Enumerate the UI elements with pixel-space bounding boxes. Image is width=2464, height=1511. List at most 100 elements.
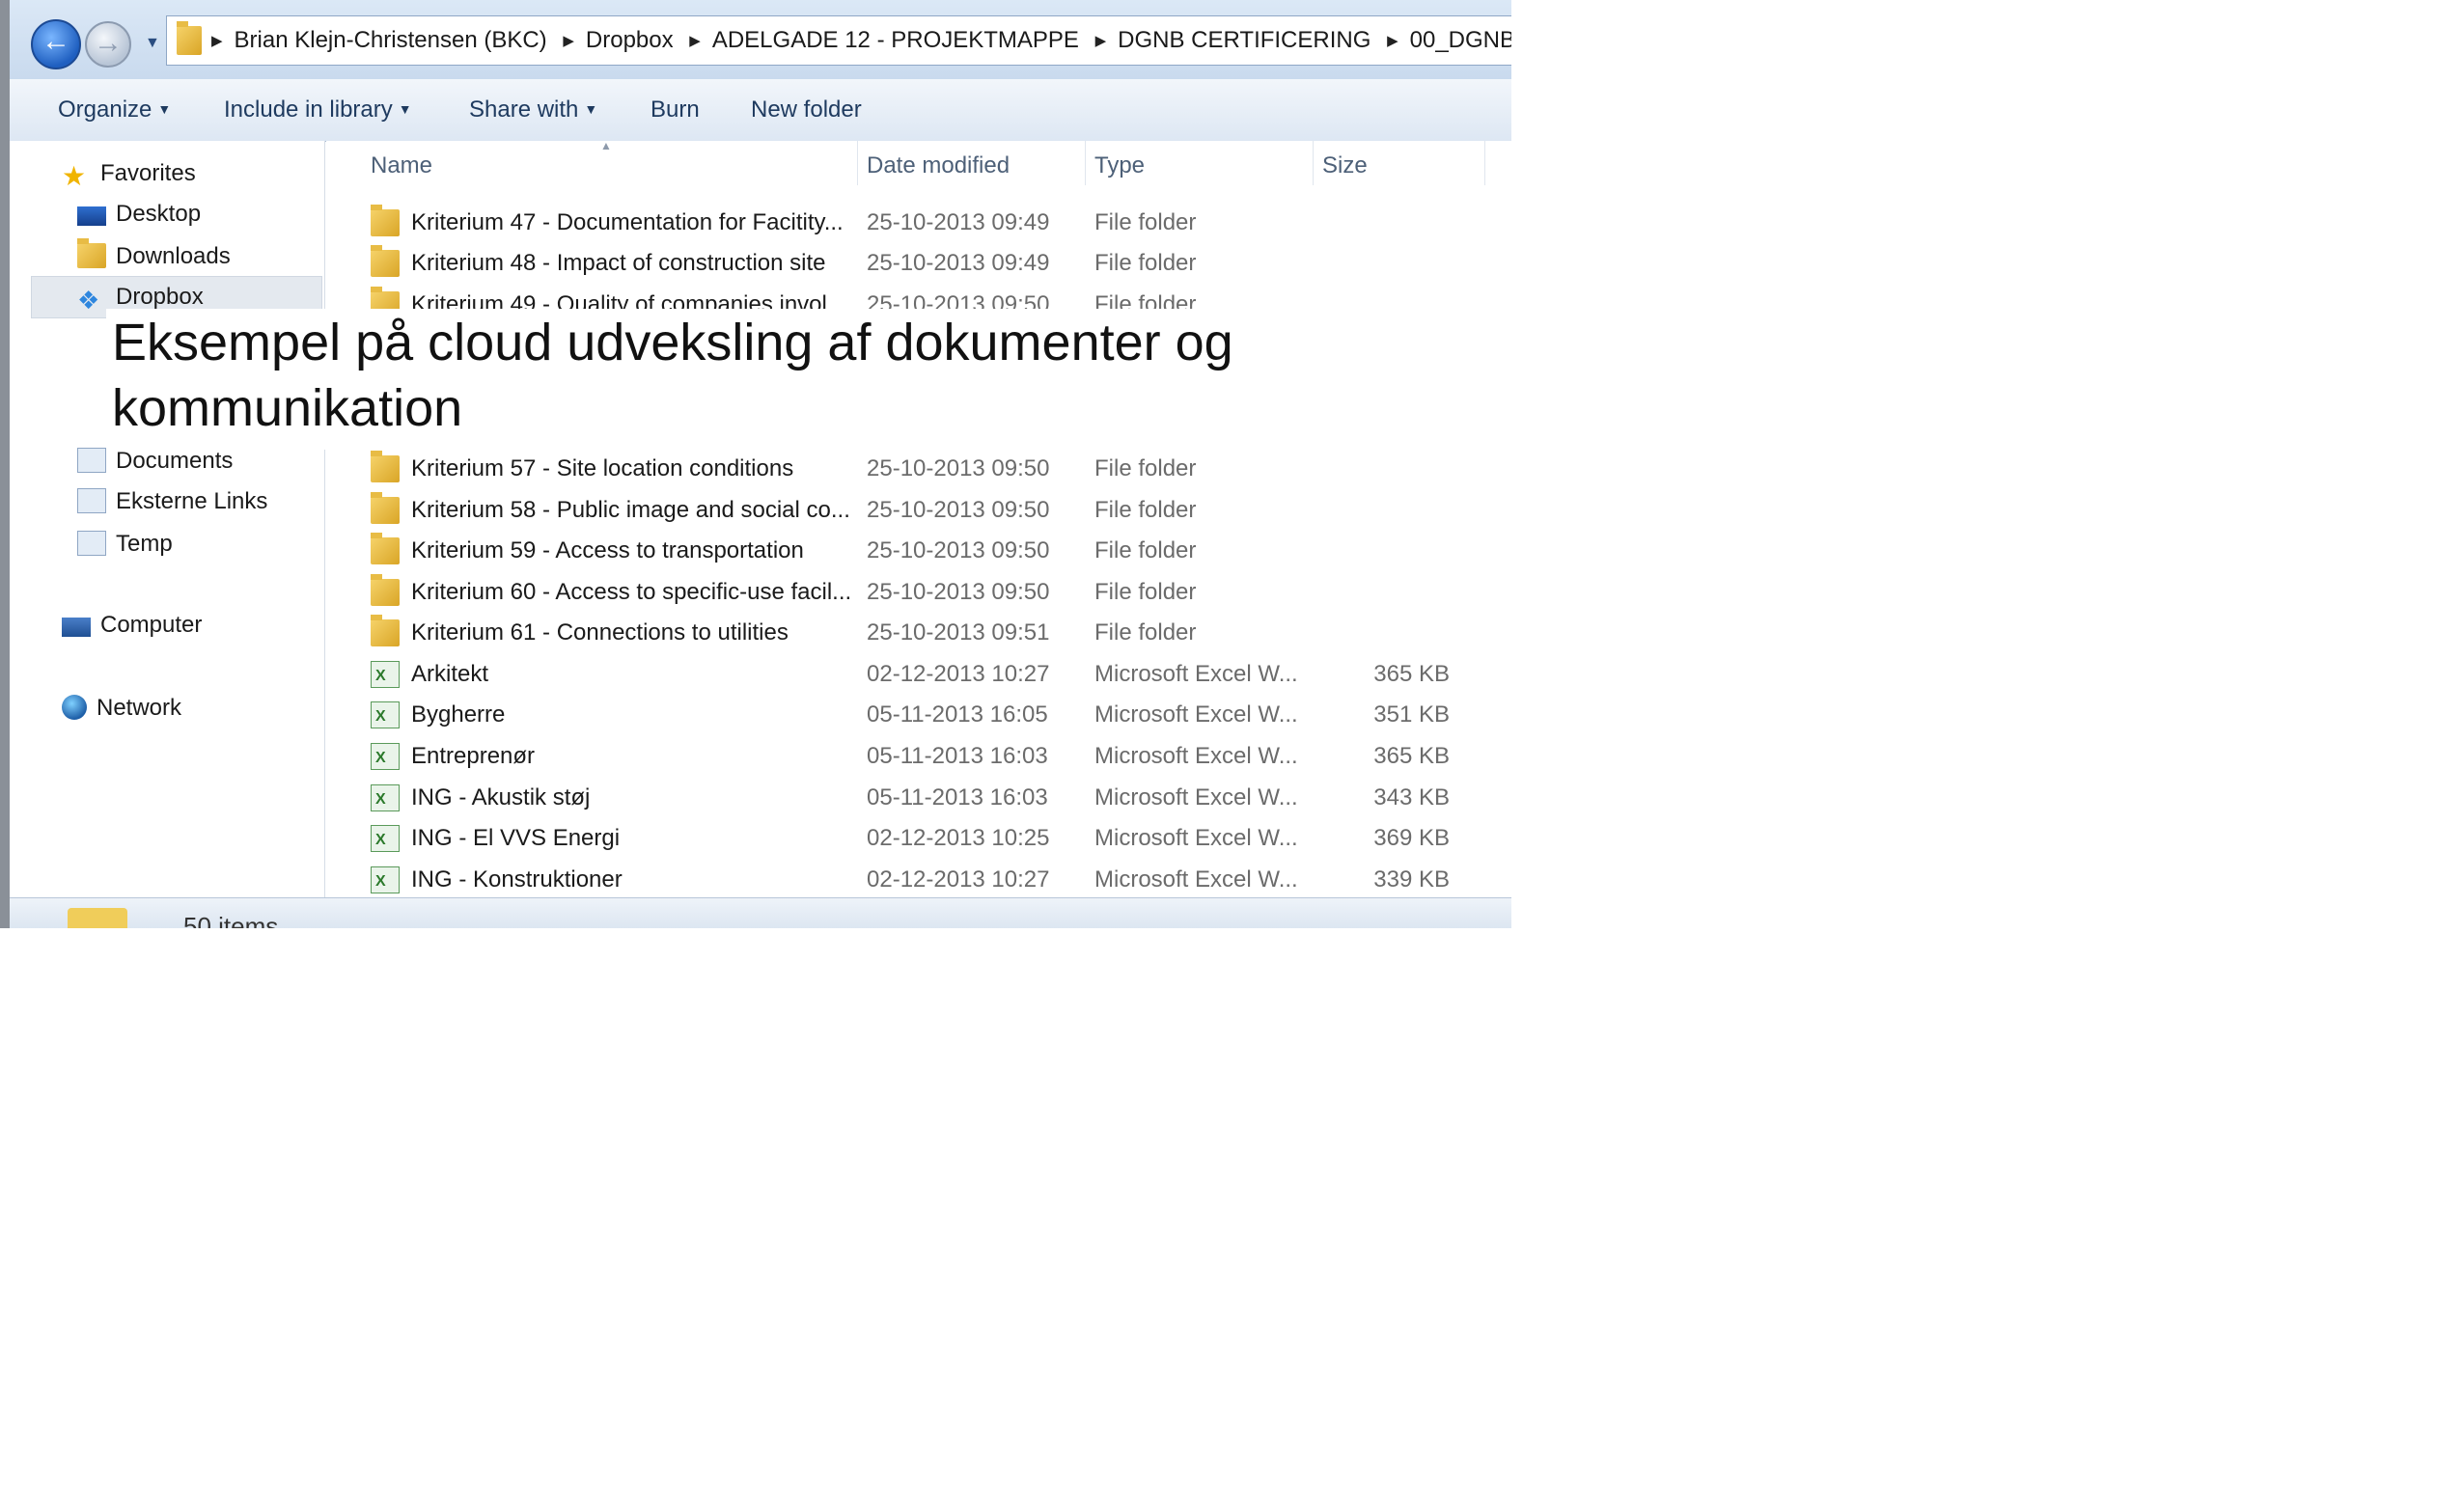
- folder-icon: [371, 615, 400, 646]
- breadcrumb-separator-icon[interactable]: ▶: [563, 17, 574, 65]
- excel-icon: [371, 738, 400, 779]
- breadcrumb-item[interactable]: 00_DGNB Dokume: [1410, 16, 1511, 65]
- excel-icon: [371, 656, 400, 697]
- nav-label: Downloads: [116, 243, 231, 269]
- share-with-label: Share with: [469, 96, 579, 123]
- excel-icon: [371, 780, 400, 820]
- table-row[interactable]: Arkitekt 02-12-2013 10:27 Microsoft Exce…: [326, 654, 1511, 697]
- address-bar[interactable]: ▶ Brian Klejn-Christensen (BKC) ▶ Dropbox …: [166, 15, 1511, 66]
- caption-line: Eksempel på cloud udveksling af dokument…: [112, 314, 1233, 371]
- recent-pages-dropdown-icon[interactable]: ▼: [145, 35, 160, 52]
- breadcrumb-item[interactable]: Brian Klejn-Christensen (BKC): [235, 16, 547, 65]
- file-date: 25-10-2013 09:49: [867, 250, 1050, 276]
- nav-label: Favorites: [100, 160, 196, 186]
- folder-icon: [371, 245, 400, 277]
- file-name: Kriterium 48 - Impact of construction si…: [411, 250, 826, 276]
- explorer-window: ← → ▼ ▶ Brian Klejn-Christensen (BKC) ▶ Dr…: [0, 0, 1511, 928]
- table-row[interactable]: ING - Konstruktioner 02-12-2013 10:27 Mi…: [326, 860, 1511, 897]
- back-arrow-icon: ←: [42, 25, 70, 57]
- column-type[interactable]: Type: [1094, 152, 1145, 179]
- file-name: Bygherre: [411, 701, 506, 728]
- share-with-button[interactable]: Share with ▼: [469, 96, 597, 124]
- table-row[interactable]: Kriterium 47 - Documentation for Facitit…: [326, 203, 1511, 243]
- table-row[interactable]: Kriterium 57 - Site location conditions …: [326, 449, 1511, 489]
- status-bar: 50 items: [10, 897, 1511, 928]
- file-name: ING - Konstruktioner: [411, 866, 623, 893]
- breadcrumb-separator-icon[interactable]: ▶: [211, 17, 223, 65]
- table-row[interactable]: Kriterium 59 - Access to transportation …: [326, 531, 1511, 571]
- table-row[interactable]: Kriterium 58 - Public image and social c…: [326, 490, 1511, 531]
- breadcrumb-separator-icon[interactable]: ▶: [689, 17, 701, 65]
- file-date: 05-11-2013 16:05: [867, 701, 1048, 728]
- column-divider[interactable]: [1484, 141, 1485, 185]
- file-name: ING - Akustik støj: [411, 784, 591, 810]
- file-name: Arkitekt: [411, 661, 489, 687]
- file-type: File folder: [1094, 579, 1197, 605]
- library-folder-icon: [77, 488, 106, 513]
- sort-ascending-icon: ▲: [600, 139, 612, 152]
- file-date: 25-10-2013 09:50: [867, 537, 1050, 563]
- file-size: 365 KB: [1373, 743, 1450, 769]
- folder-icon: [371, 451, 400, 482]
- chevron-down-icon: ▼: [157, 101, 172, 117]
- file-date: 25-10-2013 09:50: [867, 497, 1050, 523]
- caption-line: kommunikation: [112, 379, 463, 437]
- folder-icon: [371, 492, 400, 524]
- breadcrumb-separator-icon[interactable]: ▶: [1095, 17, 1107, 65]
- file-date: 05-11-2013 16:03: [867, 784, 1048, 810]
- organize-button[interactable]: Organize ▼: [58, 96, 171, 124]
- breadcrumb-item[interactable]: DGNB CERTIFICERING: [1118, 16, 1370, 65]
- nav-favorites[interactable]: ★ Favorites: [62, 154, 196, 193]
- file-size: 365 KB: [1373, 661, 1450, 687]
- table-row[interactable]: Bygherre 05-11-2013 16:05 Microsoft Exce…: [326, 695, 1511, 737]
- breadcrumb-separator-icon[interactable]: ▶: [1387, 17, 1398, 65]
- burn-button[interactable]: Burn: [651, 96, 700, 124]
- slide-caption: Eksempel på cloud udveksling af dokument…: [106, 309, 1293, 450]
- column-divider[interactable]: [857, 141, 858, 185]
- breadcrumb-item[interactable]: Dropbox: [586, 16, 674, 65]
- file-type: File folder: [1094, 209, 1197, 235]
- nav-eksterne-links[interactable]: Eksterne Links: [77, 482, 267, 521]
- dropbox-icon: ❖: [77, 286, 100, 315]
- file-type: File folder: [1094, 455, 1197, 481]
- library-folder-icon: [77, 448, 106, 473]
- nav-desktop[interactable]: Desktop: [77, 195, 201, 234]
- include-in-library-button[interactable]: Include in library ▼: [224, 96, 412, 124]
- nav-label: Computer: [100, 612, 203, 638]
- table-row[interactable]: Kriterium 61 - Connections to utilities …: [326, 613, 1511, 653]
- forward-button[interactable]: →: [85, 21, 131, 68]
- back-button[interactable]: ←: [31, 19, 81, 69]
- breadcrumb: ▶ Brian Klejn-Christensen (BKC) ▶ Dropbox …: [211, 16, 1511, 65]
- nav-network[interactable]: Network: [62, 689, 181, 728]
- chevron-down-icon: ▼: [584, 101, 598, 117]
- column-divider[interactable]: [1085, 141, 1086, 185]
- table-row[interactable]: ING - Akustik støj 05-11-2013 16:03 Micr…: [326, 778, 1511, 820]
- column-size[interactable]: Size: [1322, 152, 1368, 179]
- nav-computer[interactable]: Computer: [62, 606, 202, 645]
- navigation-pane: ★ Favorites Desktop Downloads ❖ Dropbox Do…: [10, 141, 325, 897]
- breadcrumb-item[interactable]: ADELGADE 12 - PROJEKTMAPPE: [712, 16, 1079, 65]
- file-date: 02-12-2013 10:27: [867, 866, 1050, 893]
- new-folder-button[interactable]: New folder: [751, 96, 862, 124]
- folder-icon: [371, 533, 400, 564]
- table-row[interactable]: Kriterium 60 - Access to specific-use fa…: [326, 572, 1511, 613]
- file-name: Kriterium 61 - Connections to utilities: [411, 619, 789, 646]
- nav-temp[interactable]: Temp: [77, 525, 173, 563]
- file-name: ING - El VVS Energi: [411, 825, 621, 851]
- column-name[interactable]: Name: [371, 152, 432, 179]
- folder-icon: [68, 908, 127, 928]
- file-name: Kriterium 58 - Public image and social c…: [411, 497, 850, 523]
- column-divider[interactable]: [1313, 141, 1314, 185]
- file-type: File folder: [1094, 537, 1197, 563]
- table-row[interactable]: Entreprenør 05-11-2013 16:03 Microsoft E…: [326, 736, 1511, 779]
- item-count: 50 items: [183, 912, 279, 928]
- nav-downloads[interactable]: Downloads: [77, 237, 231, 276]
- nav-label: Temp: [116, 531, 173, 557]
- file-name: Kriterium 47 - Documentation for Facitit…: [411, 209, 844, 235]
- file-size: 369 KB: [1373, 825, 1450, 851]
- column-date-modified[interactable]: Date modified: [867, 152, 1010, 179]
- file-date: 25-10-2013 09:50: [867, 579, 1050, 605]
- table-row[interactable]: ING - El VVS Energi 02-12-2013 10:25 Mic…: [326, 818, 1511, 861]
- file-type: File folder: [1094, 250, 1197, 276]
- table-row[interactable]: Kriterium 48 - Impact of construction si…: [326, 243, 1511, 284]
